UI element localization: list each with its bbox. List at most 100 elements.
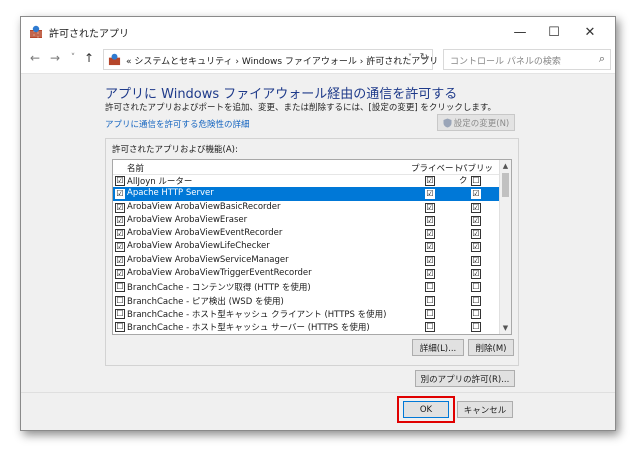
shield-icon xyxy=(443,118,452,127)
app-row[interactable]: ☑ Apache HTTP Server ☑ ☑ xyxy=(113,187,499,201)
close-button[interactable]: ✕ xyxy=(573,17,607,47)
page-title: アプリに Windows ファイアウォール経由の通信を許可する xyxy=(105,87,458,102)
app-rows: ☑ AllJoyn ルーター ☑ ☐ ☑ Apache HTTP Server ☑ ☑ ☑ Aro… xyxy=(113,174,499,334)
scroll-thumb[interactable] xyxy=(502,173,509,197)
maximize-button[interactable]: ☐ xyxy=(537,17,571,47)
window-title: 許可されたアプリ xyxy=(49,29,129,40)
list-scrollbar[interactable]: ▲ ▼ xyxy=(499,160,511,334)
address-dropdown-icon[interactable]: ˅ xyxy=(408,53,412,62)
up-arrow-icon[interactable]: ↑ xyxy=(81,51,97,65)
app-enabled-checkbox[interactable]: ☑ xyxy=(115,189,125,200)
title-bar[interactable]: 許可されたアプリ — ☐ ✕ xyxy=(21,17,615,47)
breadcrumb[interactable]: « システムとセキュリティ › Windows ファイアウォール › 許可された… xyxy=(126,54,438,67)
firewall-app-icon xyxy=(30,25,42,38)
private-checkbox[interactable]: ☑ xyxy=(425,255,435,266)
allowed-apps-window: 許可されたアプリ — ☐ ✕ ← → ˅ ↑ « システムとセキュリティ › W… xyxy=(20,16,616,431)
private-checkbox[interactable]: ☑ xyxy=(425,242,435,253)
app-row[interactable]: ☐ BranchCache - ホスト型キャッシュ クライアント (HTTPS を… xyxy=(113,307,499,320)
app-enabled-checkbox[interactable]: ☐ xyxy=(115,322,125,333)
app-name: AllJoyn ルーター xyxy=(127,177,193,187)
app-name: ArobaView ArobaViewBasicRecorder xyxy=(127,201,281,212)
app-row[interactable]: ☐ BranchCache - ピア検出 (WSD を使用) ☐ ☐ xyxy=(113,294,499,307)
app-row[interactable]: ☐ BranchCache - コンテンツ取得 (HTTP を使用) ☐ ☐ xyxy=(113,280,499,293)
column-name[interactable]: 名前 xyxy=(127,162,144,174)
app-row[interactable]: ☐ BranchCache - ホスト型キャッシュ サーバー (HTTPS を使用… xyxy=(113,320,499,333)
app-enabled-checkbox[interactable]: ☑ xyxy=(115,215,125,226)
allowed-apps-group: 許可されたアプリおよび機能(A): 名前 プライベート パブリック ☑ AllJo… xyxy=(105,138,519,366)
private-checkbox[interactable]: ☐ xyxy=(425,295,435,306)
details-button[interactable]: 詳細(L)... xyxy=(412,339,464,356)
app-name: BranchCache - ピア検出 (WSD を使用) xyxy=(127,296,284,307)
public-checkbox[interactable]: ☑ xyxy=(471,269,481,280)
private-checkbox[interactable]: ☑ xyxy=(425,229,435,240)
minimize-button[interactable]: — xyxy=(503,17,537,47)
app-name: ArobaView ArobaViewTriggerEventRecorder xyxy=(127,268,312,279)
risk-info-link[interactable]: アプリに通信を許可する危険性の詳細 xyxy=(105,118,250,130)
app-name: BranchCache - ホスト型キャッシュ クライアント (HTTPS を使… xyxy=(127,309,387,320)
app-row[interactable]: ☑ ArobaView ArobaViewLifeChecker ☑ ☑ xyxy=(113,240,499,253)
private-checkbox[interactable]: ☐ xyxy=(425,322,435,333)
private-checkbox[interactable]: ☑ xyxy=(425,176,435,186)
recent-locations-chevron-icon[interactable]: ˅ xyxy=(65,53,81,63)
private-checkbox[interactable]: ☐ xyxy=(425,308,435,319)
private-checkbox[interactable]: ☐ xyxy=(425,282,435,293)
refresh-icon[interactable]: ↻ xyxy=(420,52,428,63)
search-input[interactable]: コントロール パネルの検索 ⌕ xyxy=(443,49,611,70)
app-name: ArobaView ArobaViewEventRecorder xyxy=(127,228,283,239)
app-enabled-checkbox[interactable]: ☑ xyxy=(115,229,125,240)
column-private[interactable]: プライベート xyxy=(411,162,462,174)
app-row[interactable]: ☑ AllJoyn ルーター ☑ ☐ xyxy=(113,174,499,187)
public-checkbox[interactable]: ☐ xyxy=(471,322,481,333)
public-checkbox[interactable]: ☑ xyxy=(471,215,481,226)
app-row[interactable]: ☑ ArobaView ArobaViewEraser ☑ ☑ xyxy=(113,214,499,227)
page-description: 許可されたアプリおよびポートを追加、変更、または削除するには、[設定の変更] を… xyxy=(105,103,496,113)
app-enabled-checkbox[interactable]: ☐ xyxy=(115,295,125,306)
change-settings-label: 設定の変更(N) xyxy=(453,118,510,129)
private-checkbox[interactable]: ☑ xyxy=(425,269,435,280)
public-checkbox[interactable]: ☑ xyxy=(471,202,481,213)
app-enabled-checkbox[interactable]: ☑ xyxy=(115,255,125,266)
address-toolbar: ← → ˅ ↑ « システムとセキュリティ › Windows ファイアウォール… xyxy=(21,47,615,74)
cancel-button[interactable]: キャンセル xyxy=(457,401,513,418)
app-enabled-checkbox[interactable]: ☐ xyxy=(115,282,125,293)
forward-arrow-icon[interactable]: → xyxy=(47,51,63,65)
app-name: Apache HTTP Server xyxy=(127,188,214,199)
app-row[interactable]: ☑ ArobaView ArobaViewBasicRecorder ☑ ☑ xyxy=(113,201,499,214)
private-checkbox[interactable]: ☑ xyxy=(425,202,435,213)
change-settings-button[interactable]: 設定の変更(N) xyxy=(437,114,515,131)
app-name: ArobaView ArobaViewEraser xyxy=(127,214,248,225)
app-enabled-checkbox[interactable]: ☐ xyxy=(115,308,125,319)
list-header: 名前 プライベート パブリック xyxy=(113,160,499,186)
app-enabled-checkbox[interactable]: ☑ xyxy=(115,269,125,280)
public-checkbox[interactable]: ☑ xyxy=(471,255,481,266)
private-checkbox[interactable]: ☑ xyxy=(425,189,435,200)
public-checkbox[interactable]: ☑ xyxy=(471,242,481,253)
public-checkbox[interactable]: ☐ xyxy=(471,308,481,319)
search-icon[interactable]: ⌕ xyxy=(599,52,605,66)
app-name: BranchCache - コンテンツ取得 (HTTP を使用) xyxy=(127,283,311,294)
app-enabled-checkbox[interactable]: ☑ xyxy=(115,242,125,253)
search-placeholder: コントロール パネルの検索 xyxy=(450,57,561,67)
public-checkbox[interactable]: ☐ xyxy=(471,282,481,293)
app-name: BranchCache - ホスト型キャッシュ サーバー (HTTPS を使用) xyxy=(127,323,370,334)
dialog-footer xyxy=(21,392,615,430)
public-checkbox[interactable]: ☐ xyxy=(471,295,481,306)
scroll-up-icon[interactable]: ▲ xyxy=(500,160,511,172)
allowed-apps-list[interactable]: 名前 プライベート パブリック ☑ AllJoyn ルーター ☑ ☐ ☑ Apache H… xyxy=(112,159,512,335)
public-checkbox[interactable]: ☑ xyxy=(471,229,481,240)
remove-button[interactable]: 削除(M) xyxy=(468,339,514,356)
private-checkbox[interactable]: ☑ xyxy=(425,215,435,226)
address-box[interactable]: « システムとセキュリティ › Windows ファイアウォール › 許可された… xyxy=(103,49,438,70)
app-enabled-checkbox[interactable]: ☑ xyxy=(115,202,125,213)
app-name: ArobaView ArobaViewLifeChecker xyxy=(127,241,270,252)
scroll-down-icon[interactable]: ▼ xyxy=(500,322,511,334)
control-panel-icon xyxy=(108,53,121,66)
app-row[interactable]: ☑ ArobaView ArobaViewTriggerEventRecorder… xyxy=(113,267,499,280)
back-arrow-icon[interactable]: ← xyxy=(27,51,43,65)
app-enabled-checkbox[interactable]: ☑ xyxy=(115,176,125,186)
app-row[interactable]: ☑ ArobaView ArobaViewServiceManager ☑ ☑ xyxy=(113,254,499,267)
allow-another-app-button[interactable]: 別のアプリの許可(R)... xyxy=(415,370,515,387)
app-row[interactable]: ☑ ArobaView ArobaViewEventRecorder ☑ ☑ xyxy=(113,227,499,240)
public-checkbox[interactable]: ☑ xyxy=(471,189,481,200)
public-checkbox[interactable]: ☐ xyxy=(471,176,481,186)
